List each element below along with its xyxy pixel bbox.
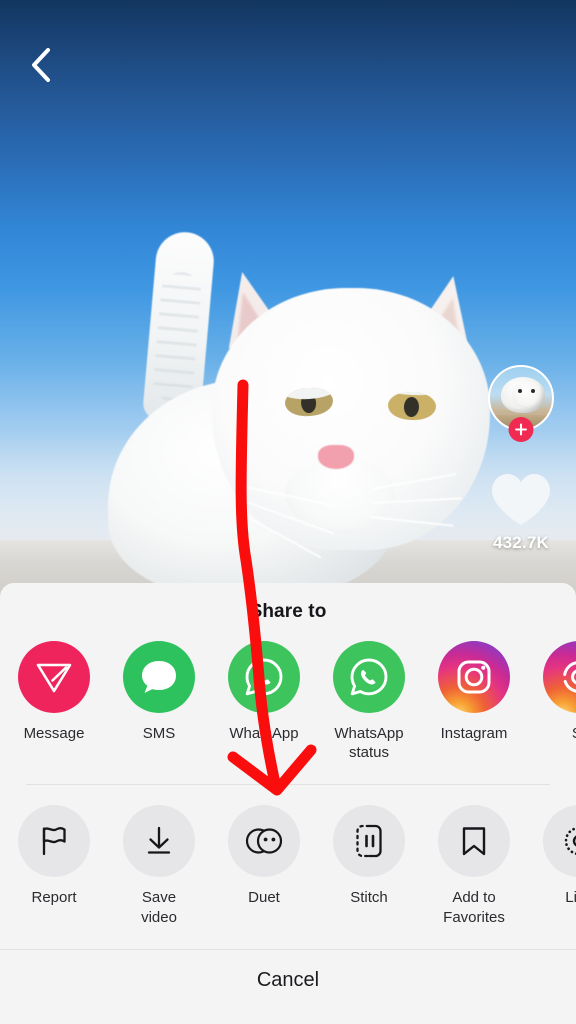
action-label: Report	[31, 889, 77, 907]
instagram-icon	[438, 641, 510, 713]
share-sheet: Share to Message SMS WhatsApp WhatsApp s…	[0, 583, 576, 1024]
like-count: 432.7K	[492, 533, 550, 552]
share-target-label: SMS	[142, 725, 176, 742]
back-button[interactable]	[18, 42, 64, 88]
bookmark-icon-wrap	[438, 805, 510, 878]
actions-row[interactable]: Report Save video Duet Stitch Add to Fav…	[0, 785, 576, 926]
like-button[interactable]: 432.7K	[484, 471, 558, 553]
live-photo-icon-wrap	[543, 805, 576, 878]
action-label: Stitch	[350, 889, 388, 907]
flag-icon-wrap	[18, 805, 90, 878]
share-target-whatsapp-status[interactable]: WhatsApp status	[333, 641, 405, 762]
share-target-whatsapp[interactable]: WhatsApp	[228, 641, 300, 743]
action-label: Add to Favorites	[443, 889, 505, 926]
live-photo-icon	[564, 827, 576, 856]
sms-bubble-icon	[123, 641, 195, 713]
share-target-label: Message	[23, 725, 85, 742]
cat-muzzle	[285, 458, 395, 530]
duet-icon	[245, 828, 283, 854]
share-target-instagram-stories[interactable]: St	[543, 641, 576, 743]
share-target-message[interactable]: Message	[18, 641, 90, 743]
share-target-label: WhatsApp status	[334, 725, 404, 762]
share-target-instagram[interactable]: Instagram	[438, 641, 510, 743]
share-target-label: St	[543, 724, 576, 743]
heart-icon	[492, 474, 550, 525]
share-target-label: WhatsApp	[229, 725, 299, 742]
action-live-photo[interactable]: Live	[543, 805, 576, 907]
duet-icon-wrap	[228, 805, 300, 878]
download-icon	[147, 827, 171, 855]
chevron-left-icon	[32, 48, 50, 82]
share-sheet-title: Share to	[249, 601, 327, 622]
cat-nose	[318, 445, 354, 469]
video-action-rail: 432.7K	[484, 365, 558, 553]
action-label: Duet	[248, 889, 280, 907]
whatsapp-status-icon	[333, 641, 405, 713]
flag-icon	[42, 827, 66, 856]
instagram-stories-icon	[543, 641, 576, 713]
action-label: Save video	[141, 889, 177, 926]
cat-eye-right	[387, 391, 437, 421]
action-save-video[interactable]: Save video	[123, 805, 195, 926]
action-stitch[interactable]: Stitch	[333, 805, 405, 907]
action-add-to-favorites[interactable]: Add to Favorites	[438, 805, 510, 926]
cancel-button[interactable]: Cancel	[0, 949, 576, 1012]
download-icon-wrap	[123, 805, 195, 878]
share-targets-row[interactable]: Message SMS WhatsApp WhatsApp status Ins…	[0, 623, 576, 762]
tiktok-message-icon	[18, 641, 90, 713]
share-target-sms[interactable]: SMS	[123, 641, 195, 743]
stitch-icon	[356, 825, 382, 858]
bookmark-icon	[462, 827, 486, 856]
action-label: Live	[565, 889, 576, 907]
action-duet[interactable]: Duet	[228, 805, 300, 907]
author-avatar[interactable]	[488, 365, 554, 442]
tiktok-share-screen: 432.7K Share to Message SMS WhatsApp Wha…	[0, 0, 576, 1024]
share-target-label: Instagram	[440, 725, 508, 742]
plus-icon	[515, 423, 527, 436]
follow-plus-icon[interactable]	[508, 417, 534, 442]
whatsapp-icon	[228, 641, 300, 713]
action-report[interactable]: Report	[18, 805, 90, 907]
stitch-icon-wrap	[333, 805, 405, 878]
